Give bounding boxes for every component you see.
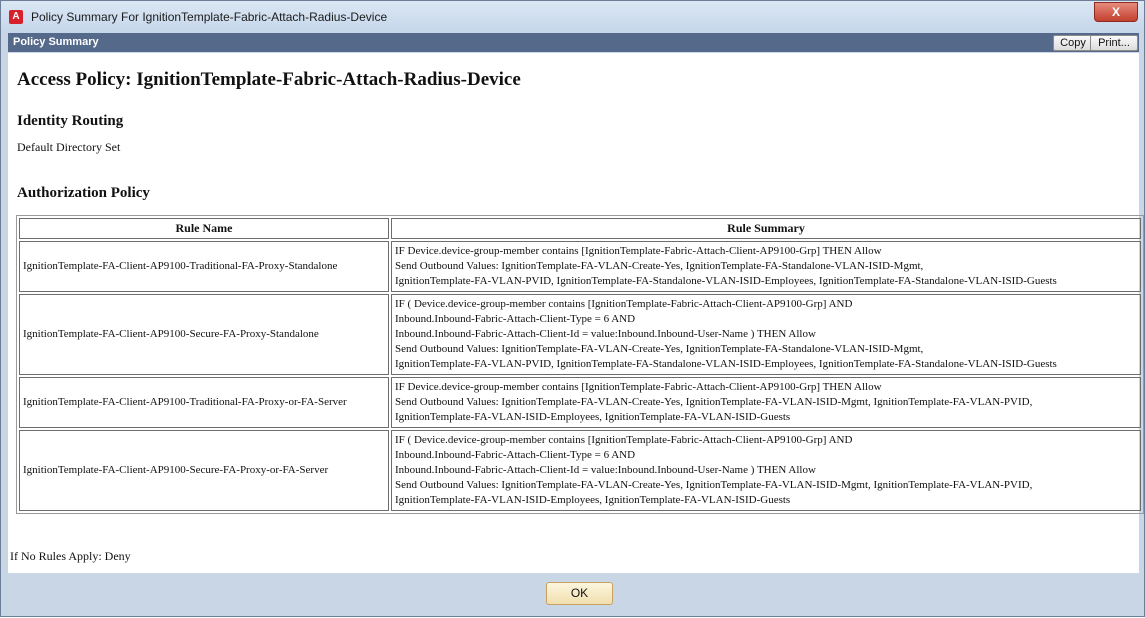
rule-summary-line: IF ( Device.device-group-member contains…: [395, 434, 853, 446]
rule-name-cell: IgnitionTemplate-FA-Client-AP9100-Tradit…: [19, 377, 389, 428]
table-row: IgnitionTemplate-FA-Client-AP9100-Tradit…: [19, 241, 1141, 292]
rule-summary-line: Send Outbound Values: IgnitionTemplate-F…: [395, 396, 1033, 408]
rule-name-cell: IgnitionTemplate-FA-Client-AP9100-Secure…: [19, 294, 389, 375]
rule-summary-line: Inbound.Inbound-Fabric-Attach-Client-Id …: [395, 464, 816, 476]
rule-summary-line: IgnitionTemplate-FA-VLAN-PVID, IgnitionT…: [395, 358, 1057, 370]
rule-name-header: Rule Name: [19, 218, 389, 239]
identity-routing-value: Default Directory Set: [17, 140, 121, 154]
panel-title: Policy Summary: [13, 36, 99, 48]
dialog-footer: OK: [8, 574, 1139, 618]
copy-button[interactable]: Copy: [1053, 35, 1093, 51]
policy-content: Access Policy: IgnitionTemplate-Fabric-A…: [8, 53, 1144, 573]
rule-summary-line: Send Outbound Values: IgnitionTemplate-F…: [395, 343, 924, 355]
rule-name-cell: IgnitionTemplate-FA-Client-AP9100-Secure…: [19, 430, 389, 511]
rule-summary-line: Send Outbound Values: IgnitionTemplate-F…: [395, 479, 1033, 491]
window-title: Policy Summary For IgnitionTemplate-Fabr…: [31, 10, 388, 24]
rule-summary-line: Inbound.Inbound-Fabric-Attach-Client-Typ…: [395, 449, 636, 461]
rule-summary-line: IF ( Device.device-group-member contains…: [395, 298, 853, 310]
close-button[interactable]: X: [1094, 2, 1138, 22]
page-title: Access Policy: IgnitionTemplate-Fabric-A…: [17, 69, 521, 90]
table-row: IgnitionTemplate-FA-Client-AP9100-Secure…: [19, 294, 1141, 375]
rule-summary-cell: IF Device.device-group-member contains […: [391, 241, 1141, 292]
app-logo-icon: A: [9, 10, 23, 24]
policy-summary-window: A Policy Summary For IgnitionTemplate-Fa…: [0, 0, 1145, 617]
identity-routing-heading: Identity Routing: [17, 113, 124, 129]
rule-summary-cell: IF ( Device.device-group-member contains…: [391, 430, 1141, 511]
rule-summary-line: IgnitionTemplate-FA-VLAN-PVID, IgnitionT…: [395, 275, 1057, 287]
rule-summary-header: Rule Summary: [391, 218, 1141, 239]
rule-summary-line: Inbound.Inbound-Fabric-Attach-Client-Id …: [395, 328, 816, 340]
rule-summary-line: Inbound.Inbound-Fabric-Attach-Client-Typ…: [395, 313, 636, 325]
rule-summary-line: IF Device.device-group-member contains […: [395, 381, 882, 393]
rule-summary-cell: IF ( Device.device-group-member contains…: [391, 294, 1141, 375]
print-button[interactable]: Print...: [1090, 35, 1138, 51]
rule-summary-line: Send Outbound Values: IgnitionTemplate-F…: [395, 260, 924, 272]
rules-table: Rule Name Rule Summary IgnitionTemplate-…: [16, 215, 1144, 514]
rule-name-cell: IgnitionTemplate-FA-Client-AP9100-Tradit…: [19, 241, 389, 292]
rule-summary-line: IF Device.device-group-member contains […: [395, 245, 882, 257]
table-row: IgnitionTemplate-FA-Client-AP9100-Secure…: [19, 430, 1141, 511]
default-rule-text: If No Rules Apply: Deny: [10, 549, 131, 563]
title-bar: A Policy Summary For IgnitionTemplate-Fa…: [1, 1, 1144, 33]
table-row: IgnitionTemplate-FA-Client-AP9100-Tradit…: [19, 377, 1141, 428]
ok-button[interactable]: OK: [546, 582, 613, 605]
panel-header: Policy Summary Copy Print...: [8, 33, 1139, 52]
rule-summary-line: IgnitionTemplate-FA-VLAN-ISID-Employees,…: [395, 411, 791, 423]
table-header-row: Rule Name Rule Summary: [19, 218, 1141, 239]
rule-summary-line: IgnitionTemplate-FA-VLAN-ISID-Employees,…: [395, 494, 791, 506]
authorization-policy-heading: Authorization Policy: [17, 185, 150, 201]
rule-summary-cell: IF Device.device-group-member contains […: [391, 377, 1141, 428]
